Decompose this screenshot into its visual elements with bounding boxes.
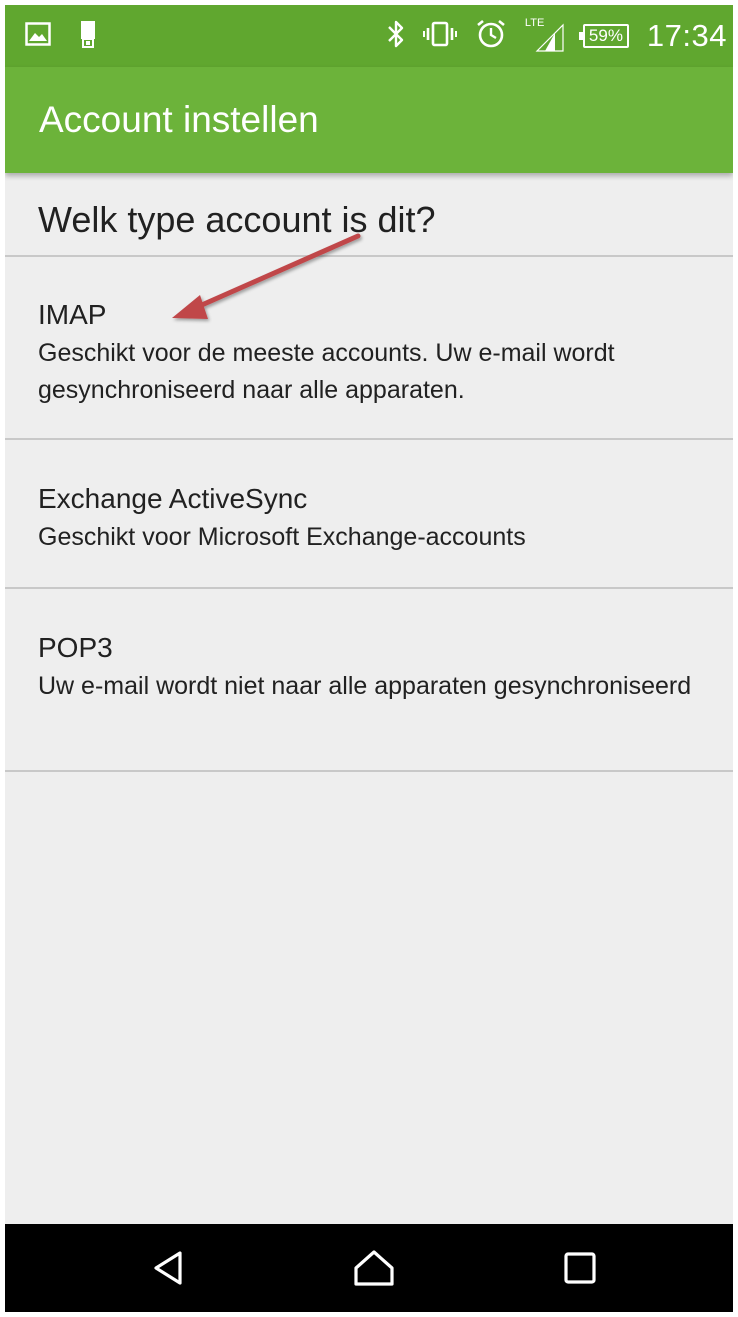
app-bar: Account instellen [5,67,733,173]
image-icon [25,21,51,51]
alarm-icon [475,18,507,55]
option-title: IMAP [38,299,107,330]
option-imap[interactable]: IMAP Geschikt voor de meeste accounts. U… [5,257,733,440]
status-time: 17:34 [646,18,727,53]
question-heading: Welk type account is dit? [5,173,733,257]
recents-button[interactable] [555,1246,605,1290]
battery-icon: 59% [578,24,629,48]
recents-icon [564,1252,596,1284]
page-title: Account instellen [39,99,319,140]
vibrate-icon [422,20,457,53]
option-title: Exchange ActiveSync [38,483,308,514]
phone-screen: LTE 59% 17:34 Account instellen Welk typ… [5,5,733,1312]
signal-icon: LTE [525,17,565,53]
bluetooth-icon [387,19,405,54]
back-icon [154,1251,182,1285]
sim-icon [79,20,97,53]
home-icon [354,1250,394,1286]
option-title: POP3 [38,632,113,663]
option-exchange-activesync[interactable]: Exchange ActiveSync Geschikt voor Micros… [5,440,733,589]
option-description: Uw e-mail wordt niet naar alle apparaten… [38,672,692,700]
account-type-list: Welk type account is dit? IMAP Geschikt … [5,173,733,772]
navigation-bar [5,1224,733,1312]
option-pop3[interactable]: POP3 Uw e-mail wordt niet naar alle appa… [5,589,733,772]
status-bar: LTE 59% 17:34 [5,5,733,67]
home-button[interactable] [349,1246,399,1290]
option-description: Geschikt voor de meeste accounts. Uw e-m… [38,339,615,404]
option-description: Geschikt voor Microsoft Exchange-account… [38,523,526,551]
battery-percentage: 59% [588,26,623,45]
back-button[interactable] [145,1246,195,1290]
